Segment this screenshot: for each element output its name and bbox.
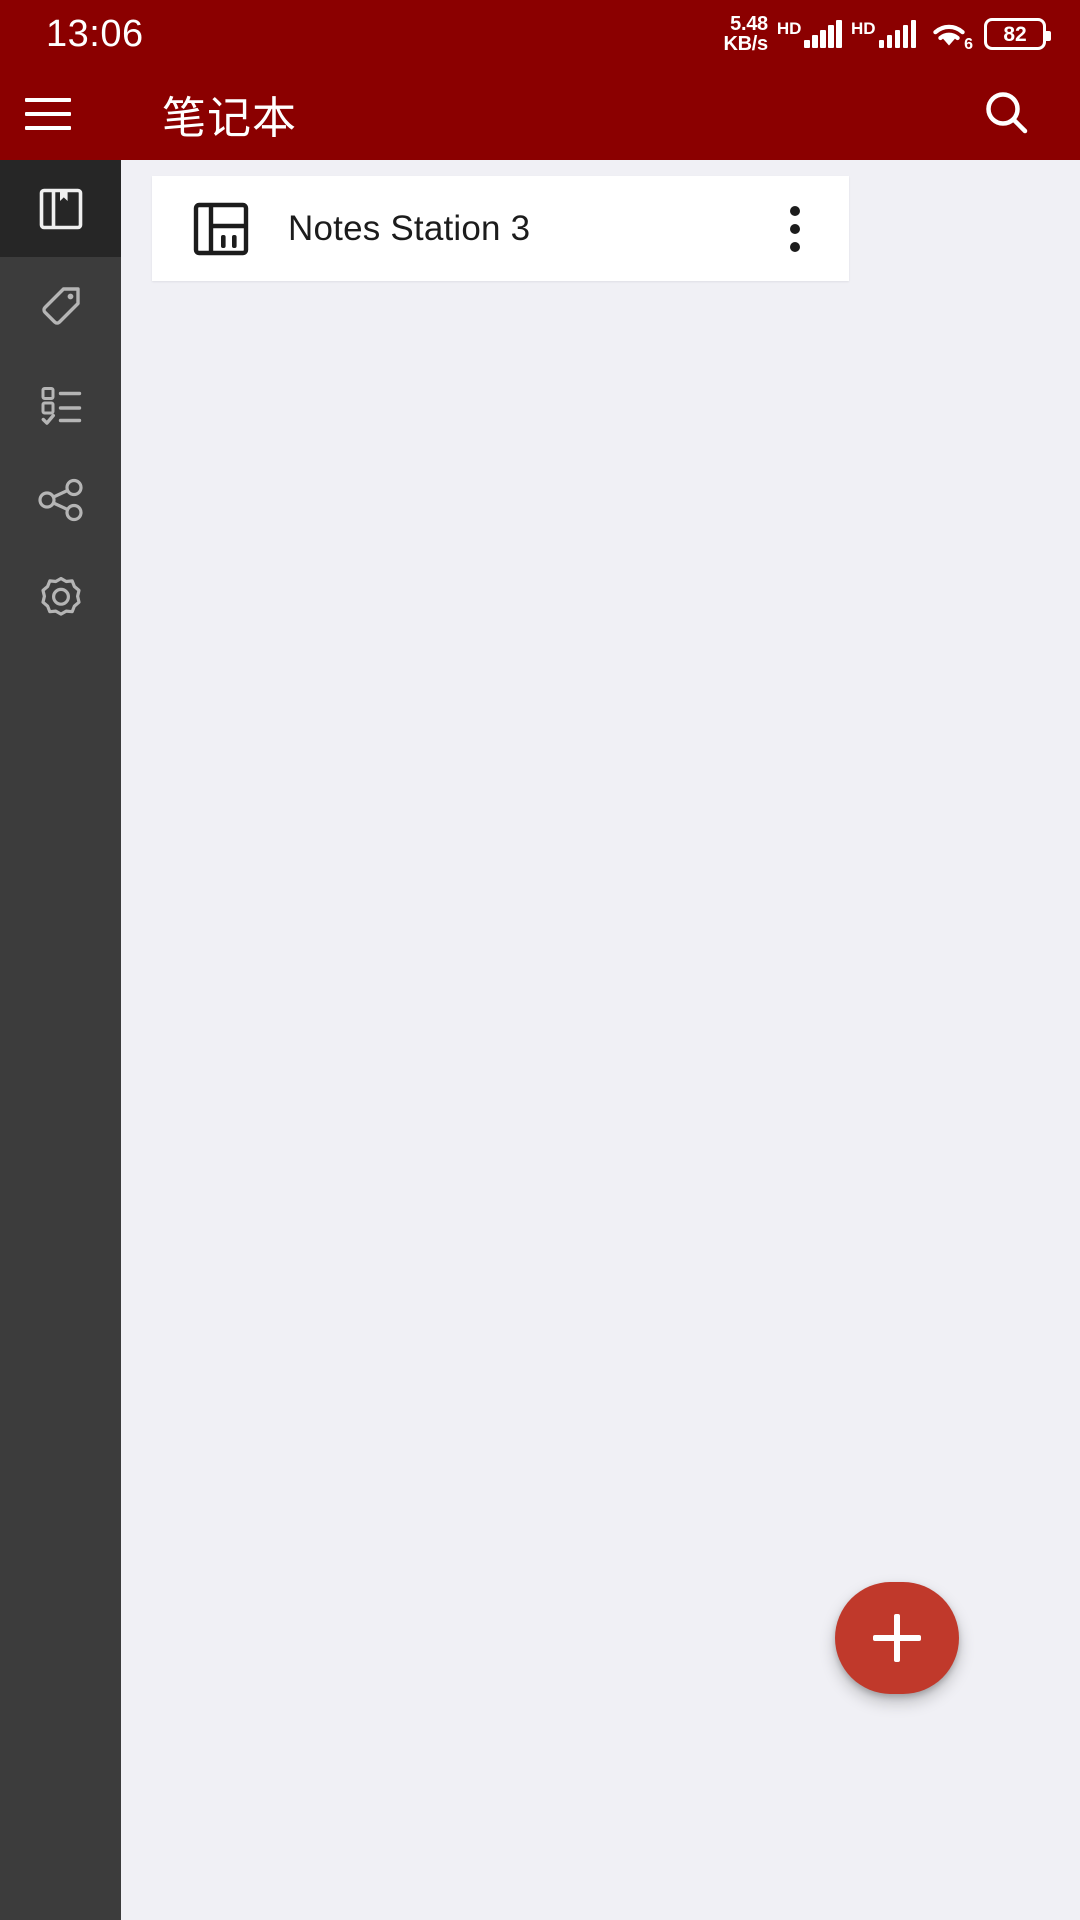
notebook-icon — [190, 198, 252, 260]
more-vertical-icon[interactable] — [763, 176, 827, 281]
page-title: 笔记本 — [162, 94, 297, 143]
sim1-hd-label: HD — [776, 19, 802, 38]
status-bar: 13:06 5.48 KB/s HD HD 6 82 — [0, 0, 1080, 68]
status-clock: 13:06 — [46, 13, 144, 55]
plus-icon-vertical — [894, 1614, 900, 1662]
network-speed-indicator: 5.48 KB/s — [723, 12, 769, 55]
checklist-icon — [41, 386, 81, 425]
sidebar-item-settings[interactable] — [0, 548, 121, 645]
sidebar-item-tags[interactable] — [0, 257, 121, 354]
sim2-signal-indicator: HD — [851, 20, 916, 48]
wifi-generation-label: 6 — [964, 36, 973, 53]
wifi-indicator: 6 — [927, 18, 973, 53]
wifi-icon — [933, 24, 965, 46]
hamburger-menu-icon — [25, 98, 71, 130]
app-bar: 笔记本 — [0, 68, 1080, 160]
search-button[interactable] — [964, 68, 1050, 160]
battery-icon: 82 — [984, 18, 1051, 50]
sim1-signal-indicator: HD — [777, 20, 842, 48]
network-speed-value: 5.48 — [730, 12, 768, 35]
status-icons: 5.48 KB/s HD HD 6 82 — [723, 12, 1051, 55]
share-icon — [37, 478, 83, 521]
sidebar-item-todo[interactable] — [0, 354, 121, 451]
add-notebook-fab[interactable] — [835, 1582, 959, 1694]
network-speed-unit: KB/s — [723, 33, 769, 55]
notebook-icon — [39, 188, 82, 229]
sim2-hd-label: HD — [850, 19, 876, 38]
gear-icon — [40, 576, 81, 616]
content-area: Notes Station 3 — [121, 160, 1080, 1920]
sidebar-item-shared[interactable] — [0, 451, 121, 548]
signal-bars-icon — [878, 20, 916, 48]
search-icon — [986, 92, 1028, 134]
battery-percent-label: 82 — [1003, 22, 1027, 46]
tag-icon — [41, 286, 80, 325]
notebook-list-item[interactable]: Notes Station 3 — [152, 176, 849, 281]
app-screen: 13:06 5.48 KB/s HD HD 6 82 笔记本 Notes Sta… — [0, 0, 1080, 1920]
sidebar-item-notebooks[interactable] — [0, 160, 121, 257]
notebook-title: Notes Station 3 — [288, 208, 531, 248]
hamburger-menu-button[interactable] — [0, 68, 96, 160]
signal-bars-icon — [804, 20, 842, 48]
navigation-rail — [0, 160, 121, 1920]
